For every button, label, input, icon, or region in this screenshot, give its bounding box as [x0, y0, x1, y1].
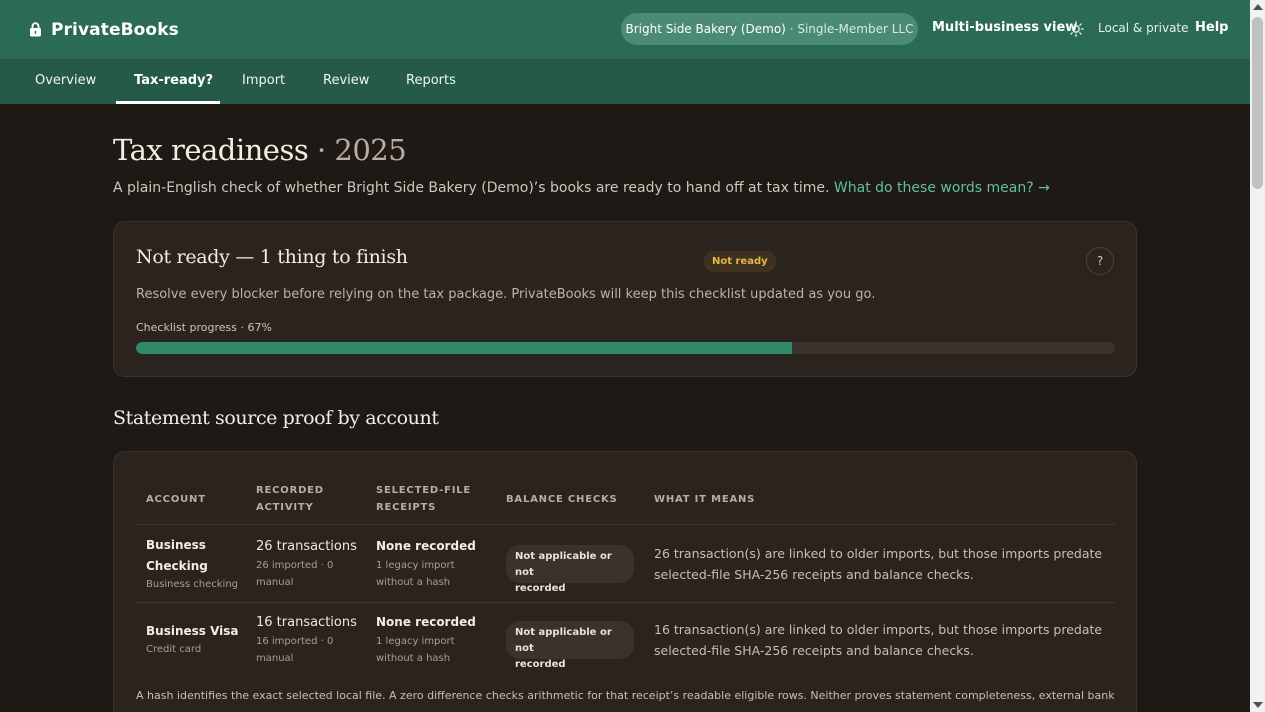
column-header-receipts-line2: RECEIPTS — [376, 502, 437, 513]
page-intro: A plain-English check of whether Bright … — [113, 180, 1050, 196]
column-header-balance-checks: BALANCE CHECKS — [506, 494, 618, 505]
tab-overview[interactable]: Overview — [35, 73, 96, 88]
column-header-activity: RECORDED ACTIVITY — [256, 482, 324, 516]
receipts-status: None recorded — [376, 615, 476, 629]
recorded-activity: 16 transactions — [256, 615, 357, 630]
column-header-account: ACCOUNT — [146, 494, 206, 505]
checklist-progress-bar — [136, 342, 1115, 354]
column-header-activity-line1: RECORDED — [256, 485, 324, 496]
intro-text: A plain-English check of whether Bright … — [113, 180, 830, 196]
privacy-indicator: Local & private — [1098, 21, 1189, 35]
row-explanation-line1: 26 transaction(s) are linked to older im… — [654, 546, 1103, 561]
column-header-activity-line2: ACTIVITY — [256, 502, 314, 513]
status-help-button[interactable]: ? — [1086, 247, 1114, 275]
account-name-line1: Business — [146, 538, 206, 552]
page-title: Tax readiness · 2025 — [113, 133, 407, 167]
column-header-receipts: SELECTED-FILE RECEIPTS — [376, 482, 471, 516]
header-divider — [136, 524, 1115, 525]
lock-icon — [30, 22, 41, 37]
tab-tax-ready[interactable]: Tax-ready? — [134, 73, 213, 88]
theme-toggle-sun-icon[interactable] — [1068, 21, 1084, 37]
top-bar: PrivateBooks Bright Side Bakery (Demo) ·… — [0, 0, 1250, 59]
status-description: Resolve every blocker before relying on … — [136, 287, 876, 302]
activity-detail-line1: 26 imported · 0 — [256, 560, 334, 571]
activity-detail-line2: manual — [256, 653, 294, 664]
progress-fill — [136, 342, 792, 354]
column-header-receipts-line1: SELECTED-FILE — [376, 485, 472, 496]
balance-check-line1: Not applicable or not — [515, 627, 612, 654]
tab-import[interactable]: Import — [242, 73, 285, 88]
active-tab-indicator — [116, 101, 220, 104]
activity-detail-line2: manual — [256, 577, 294, 588]
brand[interactable]: PrivateBooks — [29, 20, 179, 40]
row-explanation-line1: 16 transaction(s) are linked to older im… — [654, 622, 1103, 637]
multi-business-view-link[interactable]: Multi-business view — [932, 20, 1077, 35]
brand-name: PrivateBooks — [51, 19, 179, 40]
page-title-text: Tax readiness — [113, 133, 309, 167]
balance-check-line1: Not applicable or not — [515, 551, 612, 578]
receipts-detail-line1: 1 legacy import — [376, 560, 455, 571]
table-footnote: A hash identifies the exact selected loc… — [136, 689, 1115, 702]
account-name-line2: Checking — [146, 559, 208, 573]
receipts-detail: 1 legacy import without a hash — [376, 633, 455, 667]
row-explanation: 16 transaction(s) are linked to older im… — [654, 619, 1114, 661]
column-header-what-it-means: WHAT IT MEANS — [654, 494, 756, 505]
receipts-detail-line1: 1 legacy import — [376, 636, 455, 647]
receipts-detail-line2: without a hash — [376, 653, 451, 664]
main-nav: Overview Tax-ready? Import Review Report… — [0, 59, 1250, 104]
account-type: Business checking — [146, 579, 239, 590]
row-explanation-line2: selected-file SHA-256 receipts and balan… — [654, 643, 974, 658]
balance-check-badge: Not applicable or not recorded — [506, 545, 634, 594]
scroll-down-arrow-icon[interactable] — [1253, 702, 1263, 708]
tab-reports[interactable]: Reports — [406, 73, 456, 88]
scrollbar-thumb[interactable] — [1252, 17, 1263, 189]
status-badge: Not ready — [704, 251, 776, 272]
account-name[interactable]: Business Visa — [146, 621, 239, 642]
business-type: · Single-Member LLC — [789, 22, 914, 36]
balance-check-line2: recorded — [515, 659, 566, 670]
recorded-activity: 26 transactions — [256, 539, 357, 554]
statement-proof-table: ACCOUNT RECORDED ACTIVITY SELECTED-FILE … — [113, 451, 1137, 712]
balance-check-badge: Not applicable or not recorded — [506, 621, 634, 670]
section-title: Statement source proof by account — [113, 407, 439, 429]
progress-label: Checklist progress · 67% — [136, 321, 272, 334]
balance-check-line2: recorded — [515, 583, 566, 594]
account-name[interactable]: Business Checking — [146, 535, 208, 577]
account-type: Credit card — [146, 644, 202, 655]
readiness-status-card: Not ready — 1 thing to finish Not ready … — [113, 221, 1137, 377]
glossary-link[interactable]: What do these words mean? → — [834, 180, 1050, 196]
help-link[interactable]: Help — [1195, 20, 1228, 35]
status-title: Not ready — 1 thing to finish — [136, 246, 408, 268]
business-name: Bright Side Bakery (Demo) — [625, 22, 786, 36]
business-switcher[interactable]: Bright Side Bakery (Demo) · Single-Membe… — [621, 13, 918, 45]
receipts-status: None recorded — [376, 539, 476, 553]
activity-detail: 26 imported · 0 manual — [256, 557, 333, 591]
row-explanation-line2: selected-file SHA-256 receipts and balan… — [654, 567, 974, 582]
receipts-detail-line2: without a hash — [376, 577, 451, 588]
receipts-detail: 1 legacy import without a hash — [376, 557, 455, 591]
page-title-year: · 2025 — [316, 133, 407, 167]
scroll-up-arrow-icon[interactable] — [1253, 4, 1263, 10]
activity-detail: 16 imported · 0 manual — [256, 633, 333, 667]
tab-review[interactable]: Review — [323, 73, 369, 88]
activity-detail-line1: 16 imported · 0 — [256, 636, 334, 647]
row-divider — [136, 602, 1115, 603]
row-explanation: 26 transaction(s) are linked to older im… — [654, 543, 1114, 585]
